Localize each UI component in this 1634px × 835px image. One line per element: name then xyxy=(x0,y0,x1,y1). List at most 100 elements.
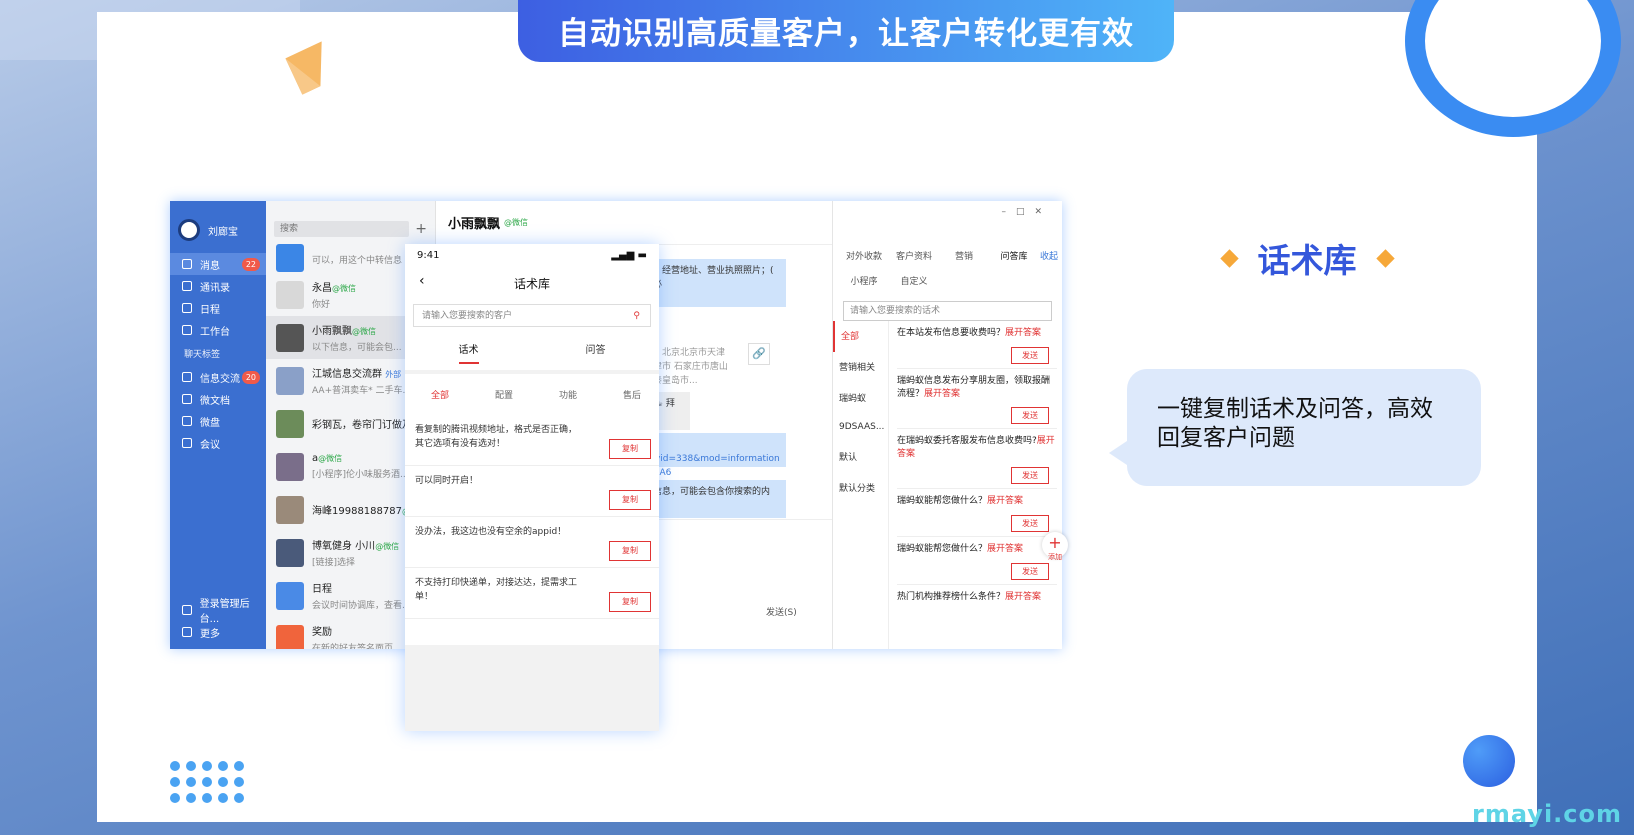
add-label: 添加 xyxy=(1048,553,1062,561)
cloud-icon xyxy=(182,438,192,448)
question-item: 在本站发布信息要收费吗？展开答案 发送 xyxy=(897,321,1057,369)
diamond-icon xyxy=(1219,248,1239,268)
search-input[interactable]: 搜索 xyxy=(274,221,410,237)
question-list: 在本站发布信息要收费吗？展开答案 发送 瑞蚂蚁信息发布分享朋友圈，领取报酬流程？展… xyxy=(897,321,1057,633)
window-controls[interactable]: –□✕ xyxy=(1001,207,1052,217)
sidebar-item-label: 工作台 xyxy=(200,326,230,338)
category-item[interactable]: 全部 xyxy=(833,321,888,352)
tab-profile[interactable]: 客户资料 xyxy=(889,249,939,262)
copy-button[interactable]: 复制 xyxy=(609,541,651,561)
search-bar: 搜索 + xyxy=(266,201,435,243)
category-aftersales[interactable]: 售后 xyxy=(623,388,641,401)
copy-button[interactable]: 复制 xyxy=(609,490,651,510)
add-button[interactable]: + 添加 xyxy=(1042,532,1068,561)
search-placeholder: 请输入您要搜索的客户 xyxy=(422,311,513,321)
sidebar-item-more[interactable]: 更多 xyxy=(170,621,266,643)
question-item: 瑞蚂蚁信息发布分享朋友圈，领取报酬流程？展开答案 发送 xyxy=(897,369,1057,429)
page-title: 话术库 xyxy=(513,277,550,291)
sidebar-item-contacts[interactable]: 通讯录 xyxy=(170,275,266,297)
send-button[interactable]: 发送 xyxy=(1011,347,1049,364)
copy-button[interactable]: 复制 xyxy=(609,439,651,459)
chat-tag: @微信 xyxy=(504,218,529,227)
send-button[interactable]: 发送(S) xyxy=(766,605,797,618)
sidebar-item-docs[interactable]: 微文档 xyxy=(170,388,266,410)
script-text: 不支持打印快递单，对接达达，提需求工单！ xyxy=(415,578,578,602)
collapse-link[interactable]: 收起 xyxy=(1040,249,1058,262)
tab-qa[interactable]: 问答 xyxy=(586,341,606,356)
contacts-icon xyxy=(182,281,192,291)
link-icon[interactable]: 🔗 xyxy=(748,343,770,365)
back-icon[interactable]: ‹ xyxy=(419,273,425,289)
status-bar: 9:41 ▂▄▆ ▬ xyxy=(405,244,659,261)
chat-title: 小雨飘飘 xyxy=(448,217,501,232)
feature-bubble: 一键复制话术及问答，高效回复客户问题 xyxy=(1109,369,1481,486)
question-item: 在瑞蚂蚁委托客服发布信息收费吗?展开答案 发送 xyxy=(897,429,1057,489)
send-button[interactable]: 发送 xyxy=(1011,515,1049,532)
copy-button[interactable]: 复制 xyxy=(609,592,651,612)
sidebar-item-label: 微盘 xyxy=(200,417,220,429)
send-button[interactable]: 发送 xyxy=(1011,467,1049,484)
script-item: 不支持打印快递单，对接达达，提需求工单！ 复制 xyxy=(405,568,659,619)
sidebar-item-label: 信息交流 xyxy=(200,373,240,385)
sidebar: 刘廊宝 消息 22 通讯录 日程 工作台 聊天标签 信息交流 20 微文档 微盘… xyxy=(170,201,266,649)
category-item[interactable]: 营销相关 xyxy=(833,352,888,383)
expand-answer-link[interactable]: 展开答案 xyxy=(924,389,960,399)
category-item[interactable]: 瑞蚂蚁 xyxy=(833,383,888,414)
sidebar-item-drive[interactable]: 微盘 xyxy=(170,410,266,432)
feature-title: 话术库 xyxy=(1212,236,1402,280)
category-item[interactable]: 默认 xyxy=(833,442,888,473)
script-text: 看复制的腾讯视频地址，格式是否正确，其它选项有没有选对！ xyxy=(415,425,578,449)
sidebar-item-info[interactable]: 信息交流 20 xyxy=(170,366,266,388)
mobile-tabs: 话术 问答 xyxy=(405,341,659,374)
drive-icon xyxy=(182,416,192,426)
unread-badge: 20 xyxy=(241,370,260,384)
calendar-icon xyxy=(182,303,192,313)
send-button[interactable]: 发送 xyxy=(1011,563,1049,580)
unread-badge: 22 xyxy=(241,257,260,271)
avatar xyxy=(178,219,200,241)
mobile-empty-area xyxy=(405,645,659,731)
sidebar-item-messages[interactable]: 消息 22 xyxy=(170,253,266,275)
script-search-input[interactable]: 请输入您要搜索的话术 xyxy=(843,301,1052,321)
add-icon[interactable]: + xyxy=(415,221,427,237)
diamond-icon xyxy=(1375,248,1395,268)
category-item[interactable]: 默认分类 xyxy=(833,473,888,504)
mobile-search-input[interactable]: 请输入您要搜索的客户 ⚲ xyxy=(413,304,651,327)
expand-answer-link[interactable]: 展开答案 xyxy=(987,544,1023,554)
feature-title-text: 话术库 xyxy=(1257,241,1357,280)
sidebar-item-label: 更多 xyxy=(200,628,220,640)
expand-answer-link[interactable]: 展开答案 xyxy=(1005,328,1041,338)
script-item: 看复制的腾讯视频地址，格式是否正确，其它选项有没有选对！ 复制 xyxy=(405,415,659,466)
expand-answer-link[interactable]: 展开答案 xyxy=(987,496,1023,506)
send-button[interactable]: 发送 xyxy=(1011,407,1049,424)
menu-icon xyxy=(182,627,192,637)
question-item: 热门机构推荐榜什么条件？展开答案 xyxy=(897,592,1042,602)
sidebar-item-label: 微文档 xyxy=(200,395,230,407)
script-item: 没办法，我这边也没有空余的appid！ 复制 xyxy=(405,517,659,568)
chat-header: 小雨飘飘 @微信 xyxy=(436,201,832,245)
expand-answer-link[interactable]: 展开答案 xyxy=(1005,592,1041,602)
category-feature[interactable]: 功能 xyxy=(559,388,577,401)
sidebar-item-workbench[interactable]: 工作台 xyxy=(170,319,266,341)
category-item[interactable]: 9DSAAS... xyxy=(833,414,888,442)
sidebar-item-meeting[interactable]: 会议 xyxy=(170,432,266,454)
sidebar-item-admin[interactable]: 登录管理后台... xyxy=(170,599,266,625)
script-text: 没办法，我这边也没有空余的appid！ xyxy=(415,527,567,537)
tab-qa[interactable]: 问答库 xyxy=(989,249,1039,262)
category-all[interactable]: 全部 xyxy=(431,388,449,401)
sidebar-user[interactable]: 刘廊宝 xyxy=(170,201,266,253)
sidebar-item-schedule[interactable]: 日程 xyxy=(170,297,266,319)
phone-icon xyxy=(182,372,192,382)
tab-custom[interactable]: 自定义 xyxy=(889,274,939,287)
message-icon xyxy=(182,259,192,269)
tab-scripts[interactable]: 话术 xyxy=(458,341,479,364)
script-text: 可以同时开启！ xyxy=(415,476,479,486)
tab-marketing[interactable]: 营销 xyxy=(939,249,989,262)
category-config[interactable]: 配置 xyxy=(495,388,513,401)
tab-payment[interactable]: 对外收款 xyxy=(839,249,889,262)
tab-miniapp[interactable]: 小程序 xyxy=(839,274,889,287)
sidebar-item-label: 会议 xyxy=(200,439,220,451)
search-icon[interactable]: ⚲ xyxy=(633,305,640,327)
settings-icon xyxy=(182,605,192,615)
sidebar-item-label: 通讯录 xyxy=(200,282,230,294)
